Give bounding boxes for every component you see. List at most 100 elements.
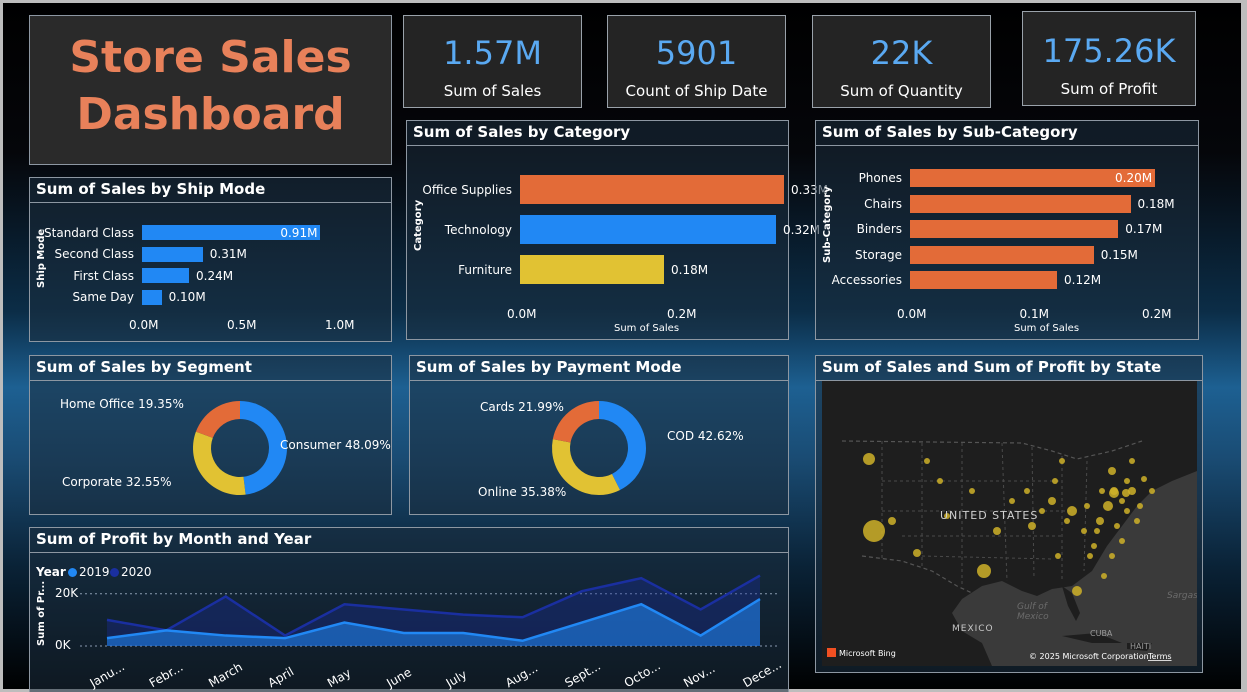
category-label: Accessories [831, 273, 902, 287]
y-axis-title: Category [413, 199, 424, 251]
donut-label: Home Office 19.35% [60, 397, 184, 411]
x-tick-label: Janu... [87, 659, 127, 690]
dashboard-title-line2: Dashboard [76, 89, 345, 140]
axis-tick-label: 0.5M [227, 318, 257, 332]
map-panel[interactable]: Sum of Sales and Sum of Profit by State [815, 355, 1203, 673]
map-canvas[interactable]: UNITED STATES Gulf of Mexico MEXICO CUBA… [822, 381, 1197, 666]
bing-logo-icon [827, 648, 836, 657]
legend-label[interactable]: 2020 [121, 565, 152, 579]
chart-title: Sum of Sales by Sub-Category [822, 123, 1078, 141]
map-attribution: Microsoft Bing [839, 649, 896, 658]
x-axis-title: Sum of Sales [614, 323, 680, 334]
bar[interactable] [142, 289, 162, 305]
x-tick-label: July [443, 667, 470, 690]
donut-slice[interactable] [193, 431, 246, 495]
legend-title: Year [36, 565, 66, 579]
map-label-haiti: HAITI [1130, 642, 1151, 651]
chart-title: Sum of Sales by Category [413, 123, 631, 141]
data-label: 0.17M [1125, 222, 1163, 236]
kpi-card-ship-date[interactable]: 5901 Count of Ship Date [607, 15, 786, 108]
category-label: Second Class [54, 247, 134, 261]
kpi-card-sales[interactable]: 1.57M Sum of Sales [403, 15, 582, 108]
donut-label: Consumer 48.09% [280, 438, 391, 452]
kpi-value: 175.26K [1042, 32, 1176, 70]
chart-profit-by-month[interactable]: Sum of Profit by Month and Year Janu... F… [29, 527, 789, 692]
data-label: 0.18M [1137, 196, 1175, 211]
dashboard-title-line1: Store Sales [69, 32, 352, 83]
legend-marker[interactable] [110, 568, 119, 577]
chart-category[interactable]: Sum of Sales by Category Office Supplies… [406, 120, 828, 340]
chart-sub-category[interactable]: Sum of Sales by Sub-Category Phones 0.20M… [815, 120, 1199, 340]
bar[interactable] [910, 245, 1094, 264]
x-tick-label: Nov... [681, 661, 717, 690]
kpi-label: Sum of Quantity [840, 82, 963, 100]
data-label: 0.15M [1100, 247, 1138, 262]
data-label: 0.18M [671, 262, 709, 277]
kpi-value: 5901 [655, 34, 738, 72]
donut-label: COD 42.62% [667, 429, 744, 443]
axis-tick-label: 0.2M [1142, 307, 1172, 321]
bar[interactable] [520, 175, 784, 204]
area-chart-svg: Janu... Febr... March April May June July Aug..… [80, 574, 784, 691]
x-tick-label: March [206, 660, 245, 690]
category-label: First Class [73, 268, 134, 283]
donut-label: Cards 21.99% [480, 400, 564, 414]
y-tick-label: 20K [55, 585, 79, 600]
kpi-label: Sum of Profit [1060, 80, 1158, 98]
data-label: 0.10M [168, 290, 206, 304]
bar[interactable] [142, 246, 203, 262]
map-label-mexico: MEXICO [952, 624, 994, 634]
axis-tick-label: 0.0M [507, 307, 537, 321]
divider [30, 202, 391, 203]
y-axis-title: Ship Mode [36, 228, 47, 288]
x-tick-label: April [266, 664, 297, 690]
map-label-country: UNITED STATES [940, 509, 1038, 522]
chart-segment[interactable]: Sum of Sales by Segment Consumer 48.09% C… [29, 355, 392, 515]
x-tick-label: Sept... [562, 659, 603, 691]
data-label: 0.20M [1115, 171, 1153, 185]
donut-svg [193, 401, 287, 495]
y-axis-title: Sub-Category [822, 186, 833, 263]
x-tick-label: Dece... [740, 657, 783, 690]
bar[interactable] [910, 271, 1057, 289]
x-tick-label: June [383, 665, 414, 691]
axis-tick-label: 0.0M [897, 307, 927, 321]
category-label: Storage [855, 247, 902, 262]
data-label: 0.91M [280, 225, 318, 240]
x-tick-label: May [325, 666, 353, 691]
legend-label[interactable]: 2019 [79, 565, 110, 579]
map-copyright: © 2025 Microsoft Corporation [1029, 652, 1149, 661]
kpi-label: Count of Ship Date [625, 82, 768, 100]
category-label: Phones [858, 171, 902, 185]
category-label: Furniture [458, 262, 512, 277]
map-label-gulf-1: Gulf of [1017, 602, 1049, 612]
chart-payment-mode[interactable]: Sum of Sales by Payment Mode COD 42.62% O… [409, 355, 789, 515]
x-tick-label: Octo... [622, 658, 663, 690]
bar[interactable] [520, 255, 664, 284]
legend-marker[interactable] [68, 568, 77, 577]
kpi-card-quantity[interactable]: 22K Sum of Quantity [812, 15, 991, 108]
x-axis-title: Sum of Sales [1014, 323, 1080, 334]
category-label: Standard Class [44, 225, 134, 240]
kpi-value: 1.57M [443, 34, 542, 72]
bar[interactable] [142, 268, 190, 283]
divider [407, 145, 788, 146]
chart-ship-mode[interactable]: Sum of Sales by Ship Mode Standard Class… [29, 177, 392, 342]
kpi-card-profit[interactable]: 175.26K Sum of Profit [1022, 11, 1196, 106]
axis-tick-label: 1.0M [325, 318, 355, 332]
map-label-sargasso: Sargas [1167, 591, 1197, 601]
chart-title: Sum of Sales and Sum of Profit by State [822, 358, 1162, 376]
bar[interactable] [910, 194, 1131, 213]
axis-tick-label: 0.1M [1019, 307, 1049, 321]
bar[interactable] [910, 220, 1119, 238]
map-terms-link: Terms [1147, 652, 1172, 661]
kpi-label: Sum of Sales [443, 82, 542, 100]
axis-tick-label: 0.0M [129, 318, 159, 332]
y-axis-title: Sum of Pr... [36, 580, 47, 646]
y-tick-label: 0K [55, 638, 71, 652]
donut-slice[interactable] [195, 401, 240, 438]
bar[interactable] [520, 215, 776, 244]
donut-label: Corporate 32.55% [62, 475, 172, 489]
category-label: Office Supplies [422, 182, 512, 197]
data-label: 0.24M [196, 268, 234, 283]
